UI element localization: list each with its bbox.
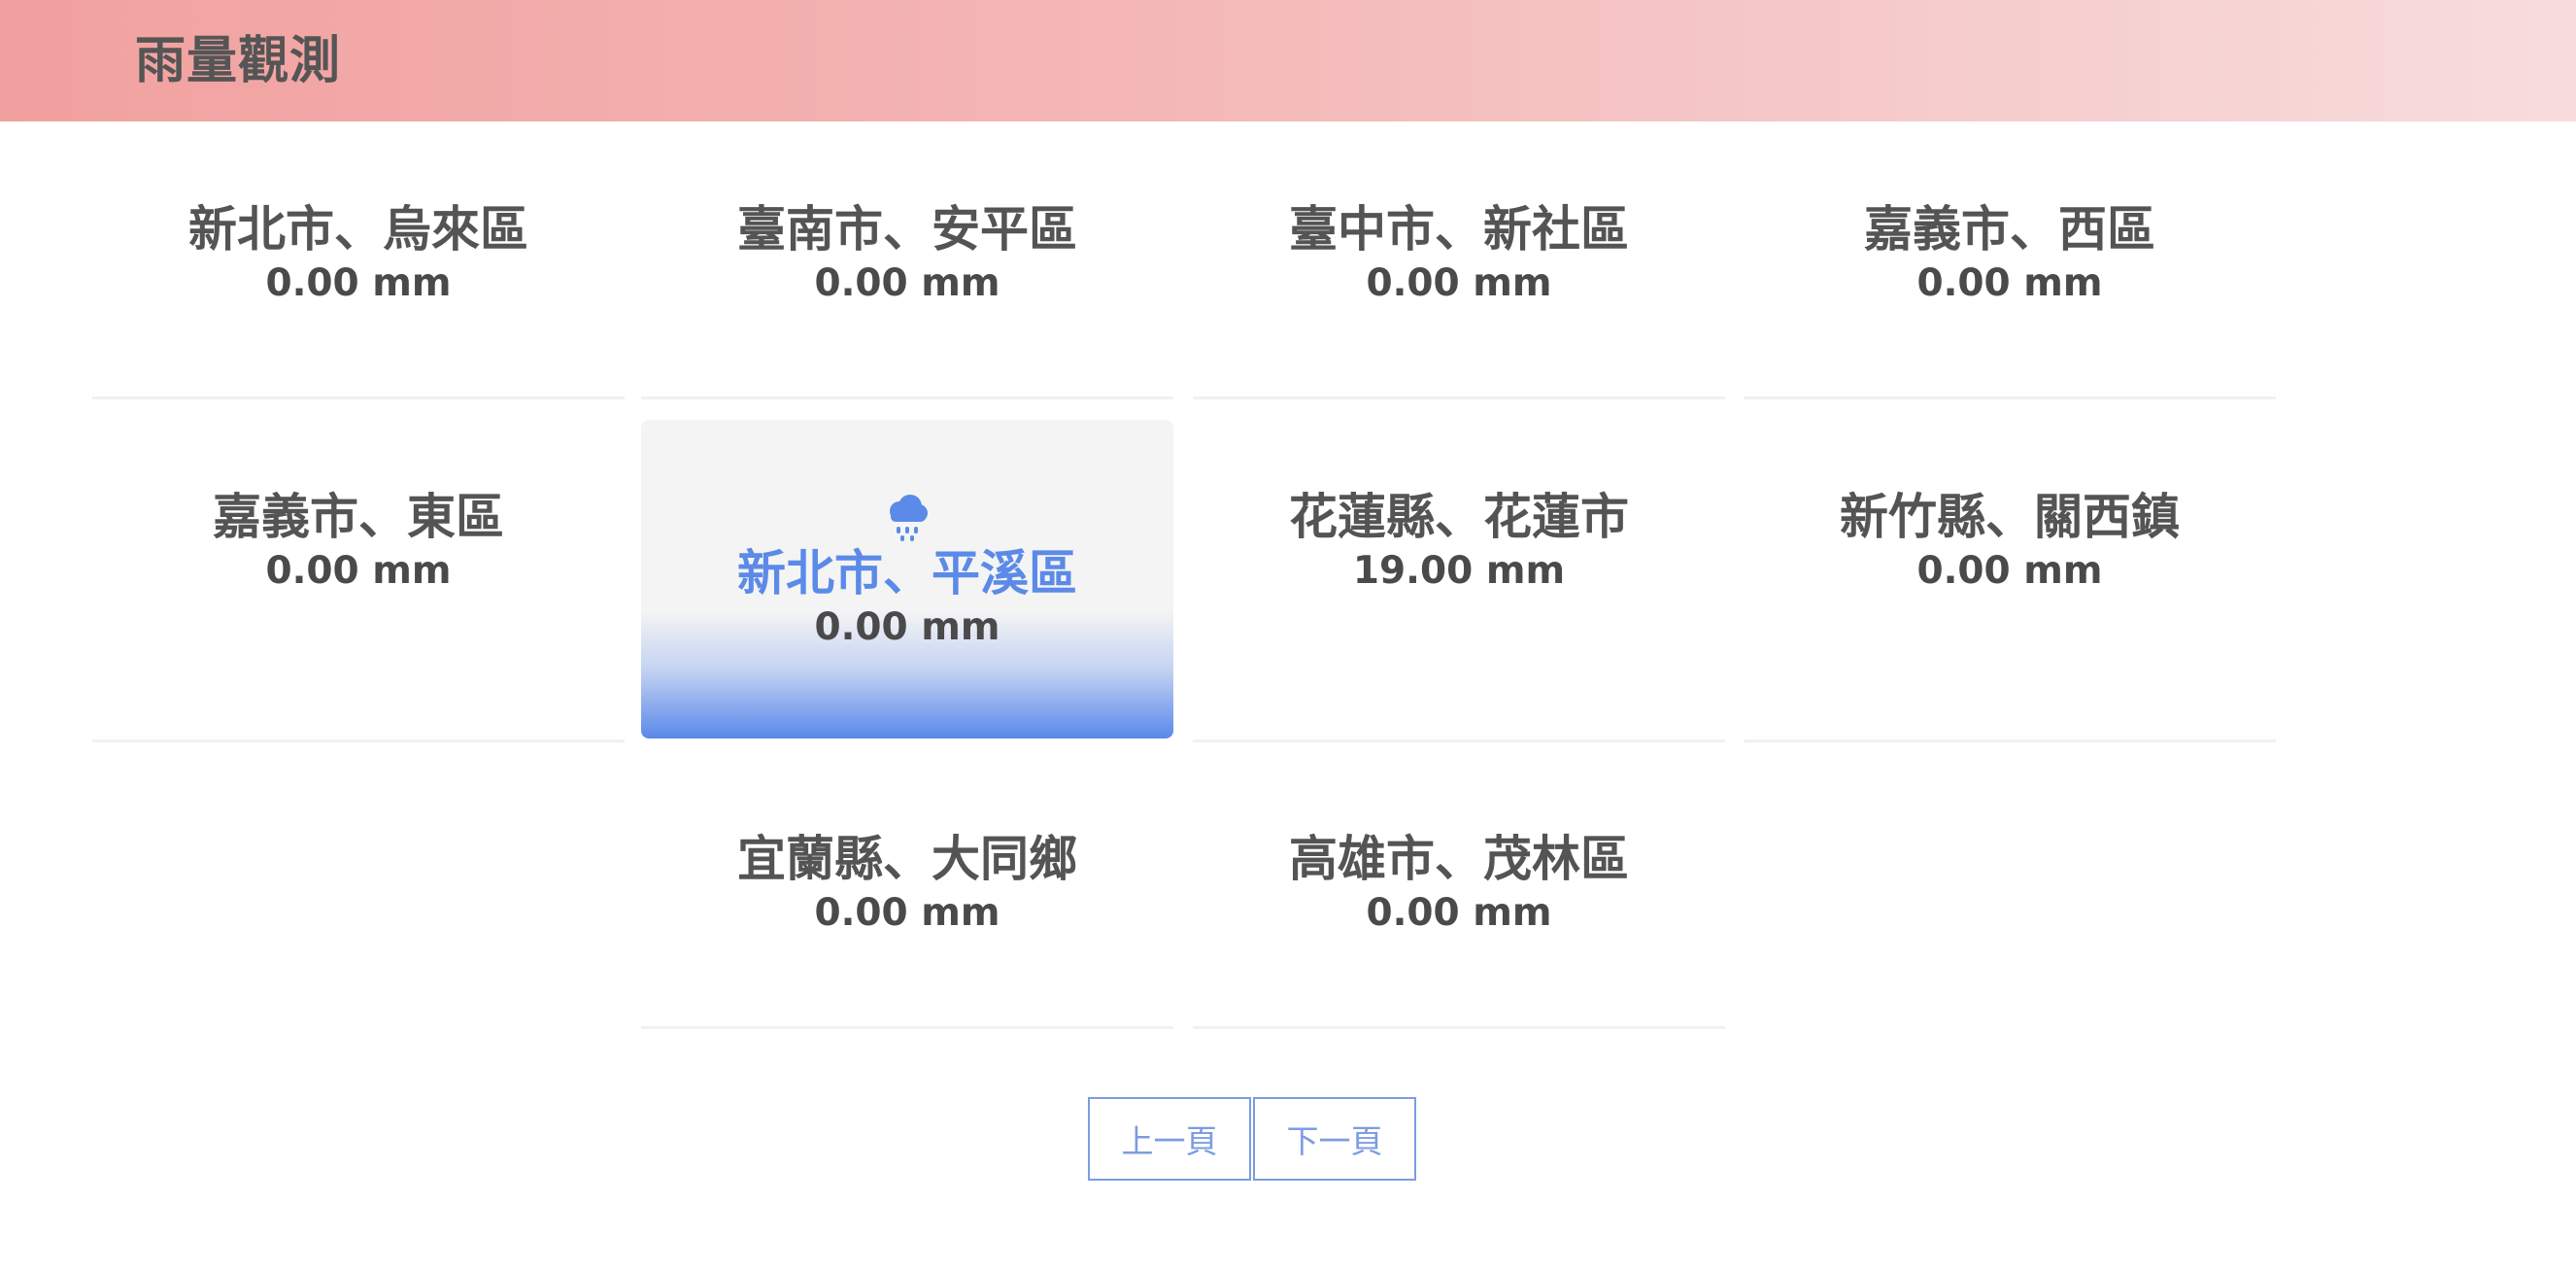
- station-card[interactable]: 嘉義市、西區 0.00 mm: [1744, 198, 2276, 399]
- station-card[interactable]: 新北市、烏來區 0.00 mm: [92, 198, 625, 399]
- station-name: 臺中市、新社區: [1289, 201, 1629, 258]
- station-rainfall: 0.00 mm: [265, 261, 452, 305]
- station-name: 嘉義市、西區: [1864, 201, 2155, 258]
- station-name: 花蓮縣、花蓮市: [1289, 489, 1629, 545]
- station-rainfall: 0.00 mm: [265, 549, 452, 593]
- station-card[interactable]: 臺中市、新社區 0.00 mm: [1193, 198, 1725, 399]
- station-card[interactable]: 嘉義市、東區 0.00 mm: [92, 486, 625, 742]
- station-rainfall: 0.00 mm: [814, 891, 1000, 935]
- station-name: 新竹縣、關西鎮: [1840, 489, 2180, 545]
- station-name: 臺南市、安平區: [737, 201, 1077, 258]
- station-rainfall: 0.00 mm: [814, 261, 1000, 305]
- rain-cloud-icon: [890, 495, 928, 541]
- station-name: 嘉義市、東區: [213, 489, 504, 545]
- station-card[interactable]: 臺南市、安平區 0.00 mm: [641, 198, 1173, 399]
- station-name: 高雄市、茂林區: [1289, 831, 1629, 887]
- pagination: 上一頁 下一頁: [1088, 1097, 1416, 1181]
- station-card[interactable]: 花蓮縣、花蓮市 19.00 mm: [1193, 486, 1725, 742]
- station-card[interactable]: 高雄市、茂林區 0.00 mm: [1193, 828, 1725, 1029]
- prev-page-button[interactable]: 上一頁: [1088, 1097, 1251, 1181]
- page-title: 雨量觀測: [135, 32, 342, 90]
- page-header: 雨量觀測: [0, 0, 2576, 121]
- station-rainfall: 0.00 mm: [1916, 261, 2103, 305]
- station-name: 新北市、烏來區: [188, 201, 528, 258]
- station-name: 新北市、平溪區: [737, 545, 1077, 601]
- station-rainfall: 0.00 mm: [1916, 549, 2103, 593]
- station-card-selected[interactable]: 新北市、平溪區 0.00 mm: [641, 420, 1173, 739]
- station-rainfall: 0.00 mm: [1366, 891, 1552, 935]
- next-page-button[interactable]: 下一頁: [1253, 1097, 1416, 1181]
- station-rainfall: 0.00 mm: [814, 605, 1000, 649]
- station-rainfall: 19.00 mm: [1352, 549, 1566, 593]
- station-name: 宜蘭縣、大同鄉: [737, 831, 1077, 887]
- station-rainfall: 0.00 mm: [1366, 261, 1552, 305]
- station-card[interactable]: 宜蘭縣、大同鄉 0.00 mm: [641, 828, 1173, 1029]
- station-card[interactable]: 新竹縣、關西鎮 0.00 mm: [1744, 486, 2276, 742]
